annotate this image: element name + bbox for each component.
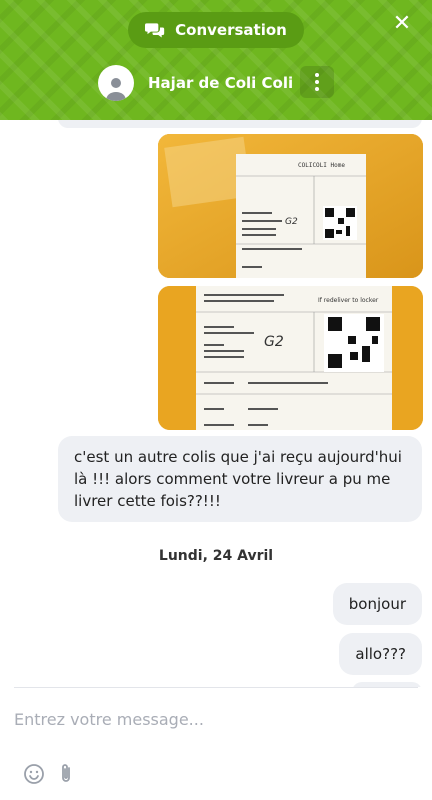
svg-text:G2: G2 xyxy=(264,334,284,350)
previous-message-bubble xyxy=(58,120,422,128)
conversation-title-pill: Conversation xyxy=(128,12,304,48)
message-bubble: bonjour xyxy=(332,583,422,625)
chat-header: Conversation ✕ Hajar de Coli Coli xyxy=(0,0,432,120)
paperclip-icon xyxy=(62,764,70,782)
composer-divider xyxy=(14,687,418,688)
attach-button[interactable] xyxy=(54,762,78,786)
chat-bubbles-icon xyxy=(145,23,165,38)
more-options-button[interactable] xyxy=(300,66,334,98)
message-bubble: allo??? xyxy=(339,633,422,675)
message-list[interactable]: COLICOLI Home G2 If redeliver to locker … xyxy=(0,120,432,687)
photo-label: COLICOLI Home xyxy=(298,162,345,169)
message-text: c'est un autre colis que j'ai reçu aujou… xyxy=(74,448,402,510)
package-photo-1[interactable]: COLICOLI Home G2 xyxy=(158,134,423,278)
avatar xyxy=(98,65,134,101)
agent-info: Hajar de Coli Coli xyxy=(98,64,293,102)
close-icon: ✕ xyxy=(392,11,412,36)
conversation-title: Conversation xyxy=(175,21,287,39)
message-bubble: c'est un autre colis que j'ai reçu aujou… xyxy=(58,436,422,522)
svg-text:G2: G2 xyxy=(285,217,298,227)
package-photo-2[interactable]: If redeliver to locker G2 xyxy=(158,286,423,430)
date-separator: Lundi, 24 Avril xyxy=(158,548,274,564)
agent-name: Hajar de Coli Coli xyxy=(148,74,294,92)
emoji-button[interactable] xyxy=(22,762,46,786)
message-text: bonjour xyxy=(348,595,406,613)
user-silhouette-icon xyxy=(106,78,126,101)
more-vertical-icon xyxy=(315,73,319,77)
message-text: allo??? xyxy=(355,645,406,663)
photo-label: If redeliver to locker xyxy=(318,297,379,304)
message-input[interactable] xyxy=(14,704,418,734)
emoji-icon xyxy=(24,764,44,784)
close-button[interactable]: ✕ xyxy=(390,12,414,36)
